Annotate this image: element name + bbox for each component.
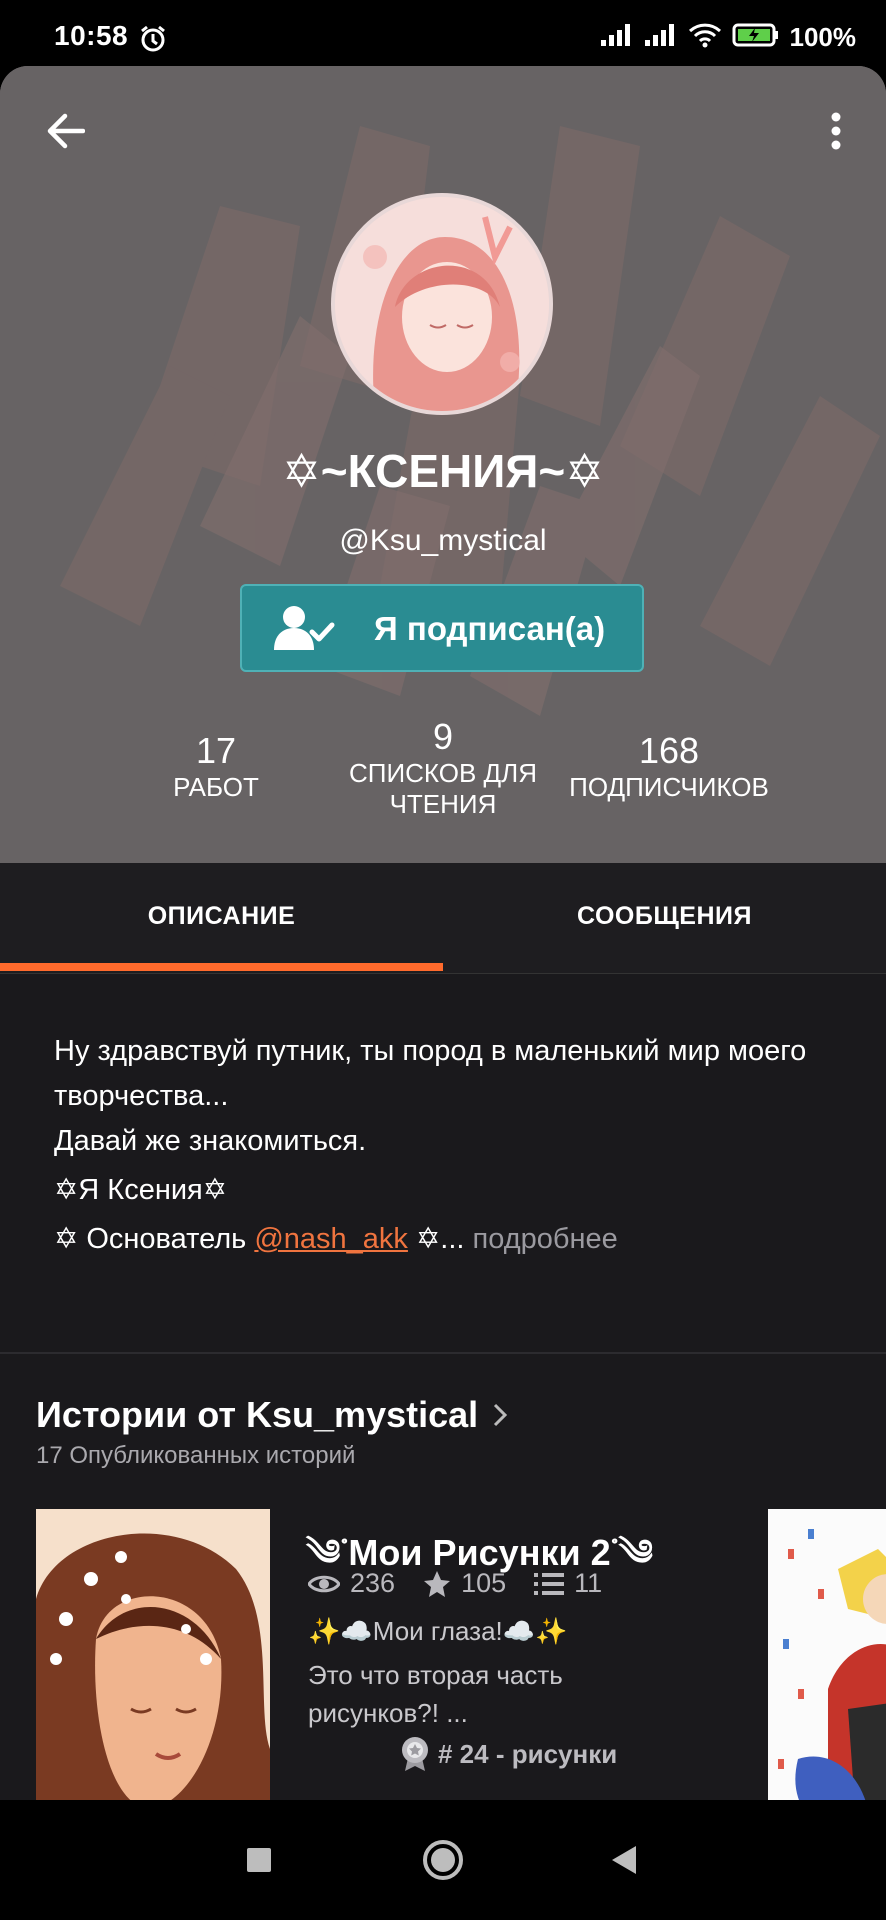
circle-icon (423, 1840, 463, 1880)
profile-username: @Ksu_mystical (339, 524, 547, 557)
description-text: ✡ Основатель (54, 1223, 255, 1255)
stat-reading-lists-value: 9 (432, 716, 454, 757)
stat-reading-lists[interactable]: 9 СПИСКОВ ДЛЯ ЧТЕНИЯ (330, 716, 556, 820)
story-rank-label: # 24 - рисунки (438, 1738, 618, 1769)
story-views-count: 236 (350, 1568, 396, 1598)
list-icon (534, 1572, 565, 1595)
stories-section-header[interactable]: Истории от Ksu_mystical (36, 1394, 508, 1436)
system-navigation-bar (0, 1800, 886, 1920)
stat-followers[interactable]: 168 ПОДПИСЧИКОВ (556, 730, 782, 803)
following-button[interactable]: Я подписан(а) (240, 584, 644, 672)
battery-percent: 100% (789, 22, 857, 52)
system-back-button[interactable] (593, 1830, 653, 1890)
profile-display-name: ✡~КСЕНИЯ~✡ (282, 445, 604, 497)
active-tab-indicator (0, 963, 443, 971)
app-screen: ✡~КСЕНИЯ~✡ @Ksu_mystical Я подписан(а) 1… (0, 66, 886, 1920)
tab-messages[interactable]: СООБЩЕНИЯ (443, 863, 886, 973)
description-line: ✡Я Ксения✡ (54, 1174, 228, 1206)
more-vertical-icon (831, 112, 841, 150)
section-divider (0, 1352, 886, 1354)
wifi-icon (688, 22, 722, 53)
stat-works[interactable]: 17 РАБОТ (141, 730, 291, 803)
stat-works-label: РАБОТ (173, 772, 259, 802)
square-icon (247, 1848, 271, 1872)
profile-tabs: ОПИСАНИЕ СООБЩЕНИЯ (0, 863, 886, 974)
stat-followers-value: 168 (638, 730, 700, 771)
description-line: ✡ Основатель @nash_akk ✡... подробнее (54, 1217, 844, 1262)
mention-link[interactable]: @nash_akk (254, 1223, 408, 1255)
more-options-button[interactable] (816, 106, 856, 156)
signal-icon (600, 23, 634, 52)
story-views: 236 (308, 1568, 395, 1599)
read-more-link[interactable]: подробнее (464, 1223, 618, 1255)
back-button[interactable] (40, 106, 90, 156)
stories-section-title: Истории от Ksu_mystical (36, 1394, 479, 1435)
story-votes: 105 (423, 1568, 506, 1599)
recents-button[interactable] (229, 1830, 289, 1890)
chevron-right-icon (494, 1403, 508, 1427)
profile-header: ✡~КСЕНИЯ~✡ @Ksu_mystical Я подписан(а) 1… (0, 66, 886, 863)
description-line: Ну здравствуй путник, ты пород в маленьк… (54, 1035, 807, 1112)
tab-description[interactable]: ОПИСАНИЕ (0, 863, 443, 973)
story-tagline: ✨☁️Мои глаза!☁️✨ (308, 1616, 568, 1646)
user-check-icon (272, 604, 336, 657)
alarm-icon (138, 24, 168, 59)
stat-works-value: 17 (195, 730, 237, 771)
story-description: Это что вторая часть рисунков?! ... (308, 1660, 563, 1728)
story-votes-count: 105 (461, 1568, 507, 1598)
signal-icon-2 (644, 23, 678, 52)
stories-count: 17 Опубликованных историй (36, 1442, 356, 1469)
avatar[interactable] (331, 193, 553, 415)
battery-icon (732, 22, 780, 53)
eye-icon (308, 1575, 340, 1592)
arrow-left-icon (47, 113, 85, 149)
story-rank[interactable]: # 24 - рисунки (400, 1736, 617, 1772)
story-parts: 11 (534, 1568, 602, 1599)
stat-reading-lists-label: СПИСКОВ ДЛЯ ЧТЕНИЯ (348, 758, 538, 819)
description-text: ✡... (407, 1223, 465, 1255)
story-stats: 236 105 11 (308, 1568, 630, 1599)
story-parts-count: 11 (574, 1568, 603, 1598)
status-time: 10:58 (54, 20, 129, 51)
profile-description: Ну здравствуй путник, ты пород в маленьк… (54, 1029, 844, 1262)
following-button-label: Я подписан(а) (374, 610, 606, 647)
home-button[interactable] (413, 1830, 473, 1890)
description-line: Давай же знакомиться. (54, 1125, 367, 1157)
avatar-image (335, 197, 549, 411)
stat-followers-label: ПОДПИСЧИКОВ (569, 772, 769, 802)
star-icon (424, 1570, 451, 1597)
award-badge-icon (402, 1737, 428, 1771)
status-bar: 10:58 100% (0, 0, 886, 66)
triangle-back-icon (612, 1846, 636, 1874)
